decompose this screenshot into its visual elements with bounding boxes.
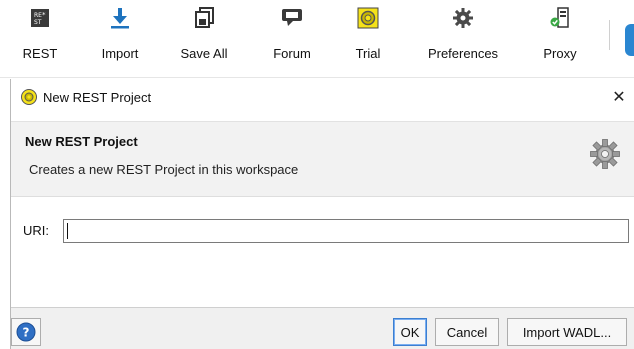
toolbar-save-all-label: Save All [180, 46, 228, 61]
proxy-icon [548, 6, 572, 30]
toolbar-separator [609, 20, 610, 50]
toolbar-forum-button[interactable]: Forum [268, 6, 316, 72]
toolbar-trial-label: Trial [355, 46, 381, 61]
svg-text:?: ? [23, 326, 30, 340]
svg-text:*: * [42, 11, 46, 19]
text-caret [67, 223, 68, 239]
close-button[interactable]: ✕ [609, 87, 629, 107]
main-toolbar: RE ST * REST Import Save All Forum Trial… [0, 0, 634, 78]
toolbar-rest-button[interactable]: RE ST * REST [20, 6, 60, 72]
dialog-header-banner: New REST Project Creates a new REST Proj… [11, 121, 634, 197]
toolbar-overflow-button[interactable] [625, 24, 634, 56]
save-all-icon [192, 6, 216, 30]
uri-label: URI: [23, 223, 49, 238]
toolbar-import-label: Import [101, 46, 139, 61]
toolbar-forum-label: Forum [273, 46, 311, 61]
svg-text:RE: RE [34, 12, 42, 19]
cancel-button[interactable]: Cancel [435, 318, 499, 346]
rest-icon: RE ST * [28, 6, 52, 30]
gear-icon [451, 6, 475, 30]
dialog-titlebar: New REST Project ✕ [11, 79, 634, 117]
toolbar-save-all-button[interactable]: Save All [172, 6, 236, 72]
dialog-body: URI: [11, 197, 634, 307]
forum-icon [280, 6, 304, 30]
import-wadl-button[interactable]: Import WADL... [507, 318, 627, 346]
trial-icon [356, 6, 380, 30]
toolbar-trial-button[interactable]: Trial [348, 6, 388, 72]
dialog-title: New REST Project [43, 90, 152, 105]
app-logo-icon [21, 89, 37, 105]
toolbar-import-button[interactable]: Import [92, 6, 148, 72]
ok-button[interactable]: OK [393, 318, 427, 346]
uri-input[interactable] [63, 219, 629, 243]
new-rest-project-dialog: New REST Project ✕ New REST Project Crea… [10, 79, 634, 349]
dialog-footer: ? OK Cancel Import WADL... [11, 307, 634, 349]
help-icon: ? [16, 322, 36, 342]
toolbar-proxy-label: Proxy [543, 46, 577, 61]
toolbar-preferences-label: Preferences [427, 46, 499, 61]
import-icon [108, 6, 132, 30]
svg-text:ST: ST [34, 19, 42, 26]
settings-gear-icon [589, 138, 621, 170]
close-icon: ✕ [612, 89, 626, 106]
toolbar-proxy-button[interactable]: Proxy [536, 6, 584, 72]
help-button[interactable]: ? [11, 318, 41, 346]
toolbar-preferences-button[interactable]: Preferences [418, 6, 508, 72]
banner-title: New REST Project [25, 134, 138, 149]
toolbar-rest-label: REST [22, 46, 58, 61]
banner-description: Creates a new REST Project in this works… [29, 162, 299, 177]
